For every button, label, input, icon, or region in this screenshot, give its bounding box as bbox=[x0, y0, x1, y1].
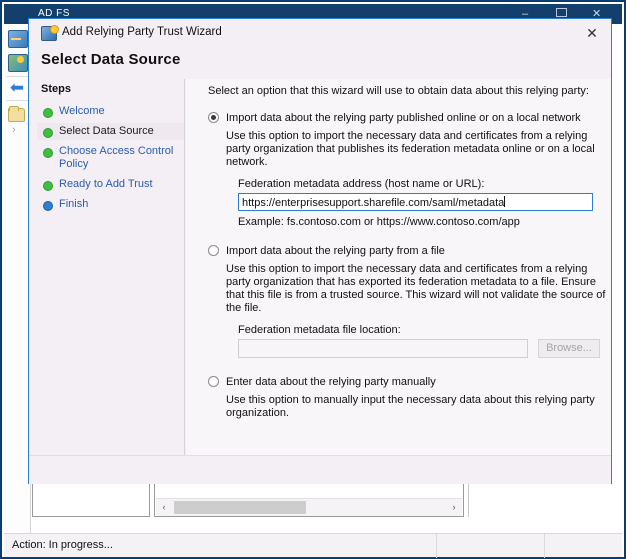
sidebar-item-ready-to-add-trust[interactable]: Ready to Add Trust bbox=[37, 176, 184, 193]
radio-icon[interactable] bbox=[208, 112, 219, 123]
dialog-close-button[interactable]: ✕ bbox=[579, 23, 605, 43]
list-horizontal-scrollbar[interactable]: ‹ › bbox=[156, 498, 462, 516]
metadata-file-label: Federation metadata file location: bbox=[238, 324, 401, 336]
metadata-address-example: Example: fs.contoso.com or https://www.c… bbox=[238, 216, 520, 228]
screen: AD FS – ✕ ⬅ › ‹ › Action: In progress... bbox=[0, 0, 626, 559]
radio-import-file[interactable]: Import data about the relying party from… bbox=[208, 244, 606, 258]
metadata-file-input[interactable] bbox=[238, 339, 528, 358]
console-status-bar: Action: In progress... bbox=[4, 533, 622, 558]
dialog-titlebar: Add Relying Party Trust Wizard ✕ bbox=[29, 19, 611, 47]
step-status-icon bbox=[43, 181, 53, 191]
console-navigation-rail: ⬅ › bbox=[4, 24, 32, 533]
expand-chevron-icon[interactable]: › bbox=[12, 124, 16, 136]
intro-text: Select an option that this wizard will u… bbox=[208, 85, 589, 97]
steps-title: Steps bbox=[41, 83, 71, 95]
dialog-header: Select Data Source bbox=[29, 47, 611, 79]
browse-button[interactable]: Browse... bbox=[538, 339, 600, 358]
option-label: Import data about the relying party from… bbox=[226, 245, 445, 257]
step-label: Choose Access Control Policy bbox=[59, 145, 174, 170]
sidebar-item-finish[interactable]: Finish bbox=[37, 196, 184, 213]
step-status-icon bbox=[43, 148, 53, 158]
sidebar-item-welcome[interactable]: Welcome bbox=[37, 103, 184, 120]
step-label: Select Data Source bbox=[59, 125, 154, 137]
steps-pane: Steps Welcome Select Data Source Choose … bbox=[37, 79, 185, 467]
option-import-online: Import data about the relying party publ… bbox=[208, 111, 606, 228]
scroll-right-icon[interactable]: › bbox=[446, 499, 462, 516]
content-pane: Select an option that this wizard will u… bbox=[186, 79, 611, 467]
dialog-footer: < Previous Next > Cancel bbox=[29, 455, 611, 484]
radio-icon[interactable] bbox=[208, 376, 219, 387]
maximize-icon[interactable] bbox=[556, 8, 567, 17]
wizard-icon bbox=[41, 25, 59, 41]
step-label: Welcome bbox=[59, 105, 105, 117]
radio-manual[interactable]: Enter data about the relying party manua… bbox=[208, 375, 606, 389]
option-label: Enter data about the relying party manua… bbox=[226, 376, 436, 388]
option-description: Use this option to import the necessary … bbox=[226, 263, 606, 314]
metadata-address-input[interactable]: https://enterprisesupport.sharefile.com/… bbox=[238, 193, 593, 211]
dialog-body: Steps Welcome Select Data Source Choose … bbox=[29, 79, 611, 467]
add-relying-party-trust-wizard-dialog: Add Relying Party Trust Wizard ✕ Select … bbox=[28, 18, 612, 484]
radio-icon[interactable] bbox=[208, 245, 219, 256]
sidebar-item-select-data-source[interactable]: Select Data Source bbox=[37, 123, 184, 140]
option-manual: Enter data about the relying party manua… bbox=[208, 375, 606, 420]
status-text: Action: In progress... bbox=[12, 539, 113, 551]
metadata-address-label: Federation metadata address (host name o… bbox=[238, 178, 485, 190]
scroll-left-icon[interactable]: ‹ bbox=[156, 499, 172, 516]
step-label: Ready to Add Trust bbox=[59, 178, 153, 190]
step-status-icon bbox=[43, 128, 53, 138]
back-arrow-icon[interactable]: ⬅ bbox=[8, 79, 26, 96]
dialog-title: Add Relying Party Trust Wizard bbox=[62, 26, 222, 38]
text-caret bbox=[504, 196, 506, 207]
option-import-file: Import data about the relying party from… bbox=[208, 244, 606, 359]
scrollbar-thumb[interactable] bbox=[174, 501, 306, 514]
step-status-icon bbox=[43, 201, 53, 211]
option-label: Import data about the relying party publ… bbox=[226, 112, 581, 124]
radio-import-online[interactable]: Import data about the relying party publ… bbox=[208, 111, 606, 125]
step-label: Finish bbox=[59, 198, 89, 210]
step-status-icon bbox=[43, 108, 53, 118]
metadata-address-value: https://enterprisesupport.sharefile.com/… bbox=[242, 197, 505, 209]
folder-icon[interactable] bbox=[8, 106, 25, 122]
option-description: Use this option to manually input the ne… bbox=[226, 394, 595, 419]
sidebar-item-choose-access-control-policy[interactable]: Choose Access Control Policy bbox=[37, 143, 184, 173]
metadata-file-row: Browse... bbox=[238, 339, 606, 359]
page-title: Select Data Source bbox=[41, 51, 181, 68]
server-role-icon[interactable] bbox=[8, 54, 28, 72]
server-icon[interactable] bbox=[8, 30, 28, 48]
option-description: Use this option to import the necessary … bbox=[226, 130, 595, 168]
